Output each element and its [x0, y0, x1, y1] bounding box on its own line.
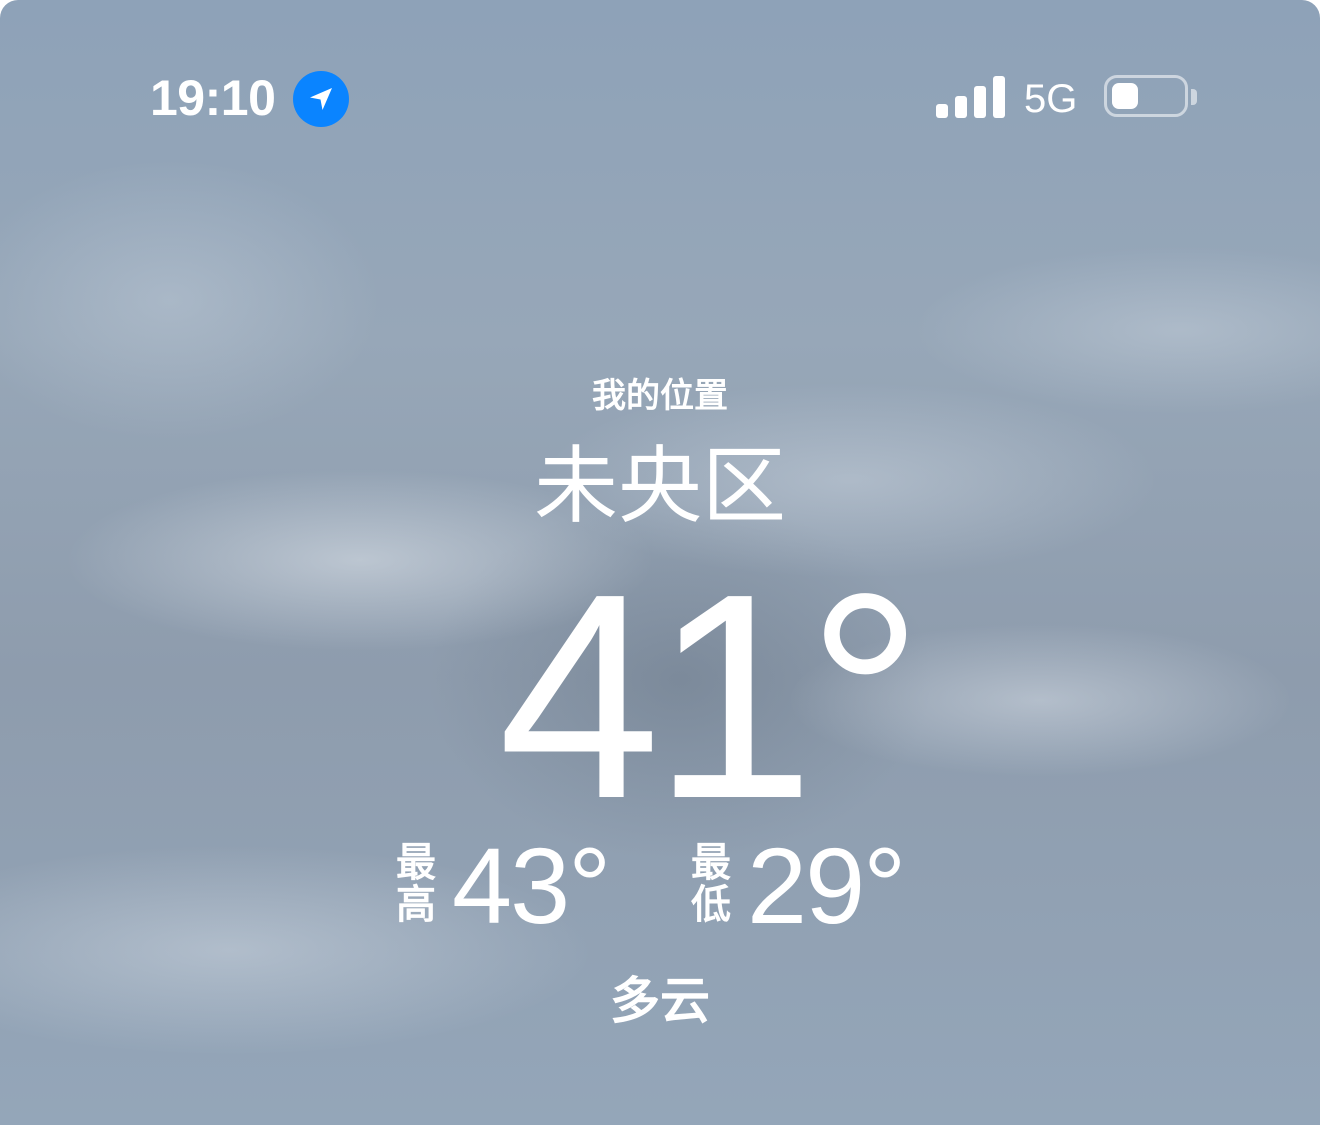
high-label: 最高 — [396, 840, 436, 928]
battery-low-icon — [1104, 75, 1188, 117]
cellular-signal-icon — [936, 76, 1006, 118]
high-temperature: 43° — [452, 825, 611, 946]
status-time: 19:10 — [150, 70, 276, 126]
low-label: 最低 — [691, 840, 731, 928]
weather-condition: 多云 — [610, 972, 710, 1030]
network-type: 5G — [1024, 77, 1078, 121]
battery-cap — [1191, 89, 1197, 105]
location-arrow-icon — [293, 71, 349, 127]
low-temperature: 29° — [747, 825, 906, 946]
current-temperature: 41° — [498, 533, 924, 859]
city-name: 未央区 — [533, 437, 786, 535]
location-caption: 我的位置 — [592, 376, 728, 416]
weather-screen: 19:10 5G 我的位置 未央区 41° 最高 43° 最低 29° 多云 — [0, 0, 1320, 1125]
battery-level-fill — [1112, 83, 1138, 109]
